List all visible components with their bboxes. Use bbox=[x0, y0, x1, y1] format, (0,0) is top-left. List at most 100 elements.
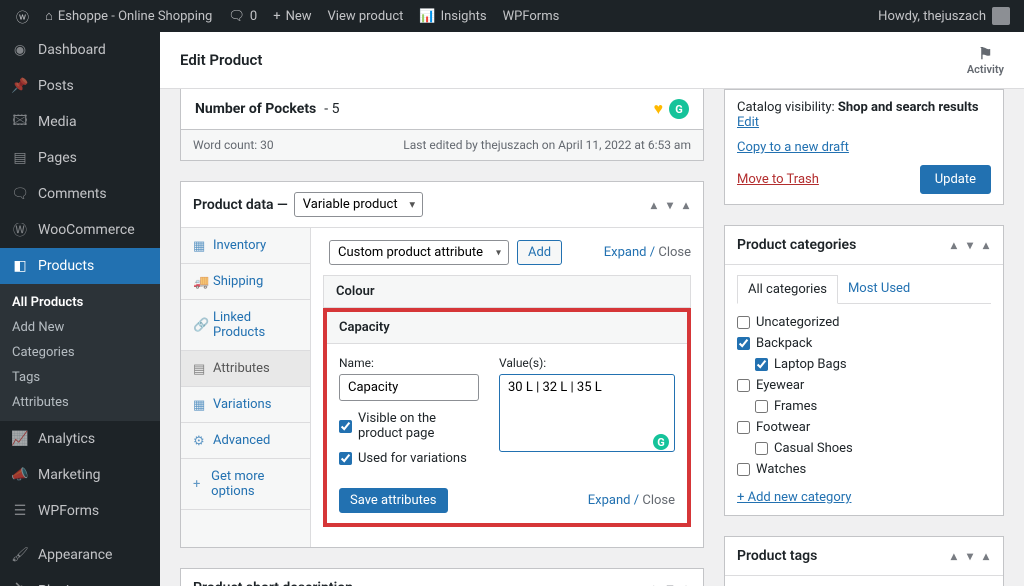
sidebar-item-dashboard[interactable]: ◉Dashboard bbox=[0, 32, 160, 68]
attribute-name-input[interactable] bbox=[339, 374, 479, 401]
expand-close-top[interactable]: Expand / Close bbox=[604, 245, 691, 260]
pin-icon: 📌 bbox=[10, 76, 30, 96]
admin-sidebar: ◉Dashboard 📌Posts 🖾Media ▤Pages 🗨Comment… bbox=[0, 32, 160, 586]
sidebar-item-wpforms[interactable]: ☰WPForms bbox=[0, 493, 160, 529]
cat-eyewear-checkbox[interactable] bbox=[737, 379, 750, 392]
cat-footwear-checkbox[interactable] bbox=[737, 421, 750, 434]
cat-uncategorized-checkbox[interactable] bbox=[737, 316, 750, 329]
product-data-panel: Product data — Variable product ▴ ▾ ▴ ▦I… bbox=[180, 181, 704, 548]
activity-link[interactable]: ⚑ Activity bbox=[967, 44, 1004, 76]
sidebar-item-plugins[interactable]: 🔌Plugins bbox=[0, 573, 160, 586]
cat-watches-checkbox[interactable] bbox=[737, 463, 750, 476]
account-link[interactable]: Howdy, thejuszach bbox=[878, 7, 1016, 25]
description-snippet: Number of Pockets - 5 ♥ G bbox=[180, 89, 704, 130]
sidebar-item-marketing[interactable]: 📣Marketing bbox=[0, 457, 160, 493]
grammarly-icon: G bbox=[653, 434, 669, 450]
panel-up-icon[interactable]: ▴ bbox=[649, 196, 659, 214]
capacity-attribute-header[interactable]: Capacity bbox=[327, 312, 687, 344]
sidebar-item-appearance[interactable]: 🖌Appearance bbox=[0, 537, 160, 573]
panel-toggle-icon[interactable]: ▴ bbox=[981, 236, 991, 254]
panel-down-icon[interactable]: ▾ bbox=[665, 196, 675, 214]
heart-icon: ♥ bbox=[654, 99, 664, 119]
sidebar-sub-tags[interactable]: Tags bbox=[0, 365, 160, 390]
pockets-label: Number of Pockets bbox=[195, 101, 316, 117]
most-used-tab[interactable]: Most Used bbox=[838, 275, 920, 303]
tab-variations[interactable]: ▦Variations bbox=[181, 387, 310, 423]
sidebar-item-woocommerce[interactable]: ⓌWooCommerce bbox=[0, 212, 160, 248]
tab-shipping[interactable]: 🚚Shipping bbox=[181, 264, 310, 300]
gear-icon: ⚙ bbox=[193, 434, 207, 448]
list-icon: ▤ bbox=[193, 362, 207, 376]
copy-draft-link[interactable]: Copy to a new draft bbox=[737, 140, 849, 155]
product-type-select[interactable]: Variable product bbox=[294, 192, 423, 217]
word-count: Word count: 30 bbox=[193, 138, 274, 152]
wpforms-link[interactable]: WPForms bbox=[495, 0, 568, 32]
page-title: Edit Product bbox=[180, 51, 262, 69]
panel-down-icon[interactable]: ▾ bbox=[965, 236, 975, 254]
edit-visibility-link[interactable]: Edit bbox=[737, 115, 759, 130]
comment-icon: 🗨 bbox=[228, 9, 245, 24]
cat-backpack-checkbox[interactable] bbox=[737, 337, 750, 350]
sidebar-item-products[interactable]: ◧Products bbox=[0, 248, 160, 284]
panel-up-icon[interactable]: ▴ bbox=[949, 547, 959, 565]
colour-attribute-header[interactable]: Colour bbox=[323, 275, 691, 308]
tab-more-options[interactable]: +Get more options bbox=[181, 459, 310, 510]
short-desc-title: Product short description bbox=[193, 580, 353, 586]
expand-close-bottom[interactable]: Expand / Close bbox=[588, 493, 675, 508]
site-link[interactable]: ⌂ Eshoppe - Online Shopping bbox=[37, 0, 220, 32]
sidebar-item-posts[interactable]: 📌Posts bbox=[0, 68, 160, 104]
sidebar-item-media[interactable]: 🖾Media bbox=[0, 104, 160, 140]
cat-laptop-bags-checkbox[interactable] bbox=[755, 358, 768, 371]
save-attributes-button[interactable]: Save attributes bbox=[339, 488, 448, 513]
view-product-link[interactable]: View product bbox=[320, 0, 412, 32]
sidebar-sub-all-products[interactable]: All Products bbox=[0, 290, 160, 315]
tab-inventory[interactable]: ▦Inventory bbox=[181, 228, 310, 264]
tags-panel: Product tags ▴▾▴ Add Separate tags with … bbox=[724, 536, 1004, 586]
attribute-select[interactable]: Custom product attribute bbox=[329, 240, 509, 265]
panel-down-icon[interactable]: ▾ bbox=[965, 547, 975, 565]
avatar bbox=[992, 7, 1010, 25]
update-button[interactable]: Update bbox=[920, 165, 991, 194]
panel-toggle-icon[interactable]: ▴ bbox=[981, 547, 991, 565]
tab-advanced[interactable]: ⚙Advanced bbox=[181, 423, 310, 459]
panel-down-icon[interactable]: ▾ bbox=[665, 579, 675, 586]
tab-attributes[interactable]: ▤Attributes bbox=[181, 351, 310, 387]
grammarly-icon: G bbox=[669, 99, 689, 119]
cat-frames-checkbox[interactable] bbox=[755, 400, 768, 413]
catalog-label: Catalog visibility: bbox=[737, 100, 838, 115]
site-name: Eshoppe - Online Shopping bbox=[58, 9, 212, 24]
woo-icon: Ⓦ bbox=[10, 220, 30, 240]
panel-up-icon[interactable]: ▴ bbox=[949, 236, 959, 254]
home-icon: ⌂ bbox=[45, 8, 53, 24]
move-trash-link[interactable]: Move to Trash bbox=[737, 172, 819, 187]
wp-logo[interactable]: ⓦ bbox=[8, 0, 37, 32]
comments-link[interactable]: 🗨0 bbox=[220, 0, 265, 32]
flag-icon: ⚑ bbox=[967, 44, 1004, 63]
panel-up-icon[interactable]: ▴ bbox=[649, 579, 659, 586]
variations-checkbox[interactable] bbox=[339, 452, 352, 465]
attribute-values-input[interactable]: 30 L | 32 L | 35 L bbox=[499, 374, 675, 452]
categories-title: Product categories bbox=[737, 237, 856, 253]
add-attribute-button[interactable]: Add bbox=[517, 240, 562, 265]
sidebar-sub-categories[interactable]: Categories bbox=[0, 340, 160, 365]
panel-toggle-icon[interactable]: ▴ bbox=[681, 579, 691, 586]
visible-label: Visible on the product page bbox=[358, 411, 479, 441]
add-category-link[interactable]: + Add new category bbox=[737, 490, 851, 505]
new-link[interactable]: +New bbox=[265, 0, 319, 32]
panel-toggle-icon[interactable]: ▴ bbox=[681, 196, 691, 214]
sidebar-item-analytics[interactable]: 📈Analytics bbox=[0, 421, 160, 457]
visible-checkbox[interactable] bbox=[339, 420, 352, 433]
sidebar-item-comments[interactable]: 🗨Comments bbox=[0, 176, 160, 212]
variations-icon: ▦ bbox=[193, 398, 207, 412]
categories-panel: Product categories ▴ ▾ ▴ All categories Mo… bbox=[724, 225, 1004, 516]
sidebar-sub-attributes[interactable]: Attributes bbox=[0, 390, 160, 415]
all-categories-tab[interactable]: All categories bbox=[737, 275, 838, 304]
values-label: Value(s): bbox=[499, 356, 675, 370]
tab-linked[interactable]: 🔗Linked Products bbox=[181, 300, 310, 351]
cat-casual-shoes-checkbox[interactable] bbox=[755, 442, 768, 455]
link-icon: 🔗 bbox=[193, 318, 207, 332]
insights-link[interactable]: 📊Insights bbox=[411, 0, 494, 32]
sidebar-item-pages[interactable]: ▤Pages bbox=[0, 140, 160, 176]
sidebar-sub-add-new[interactable]: Add New bbox=[0, 315, 160, 340]
wordpress-icon: ⓦ bbox=[16, 7, 29, 26]
